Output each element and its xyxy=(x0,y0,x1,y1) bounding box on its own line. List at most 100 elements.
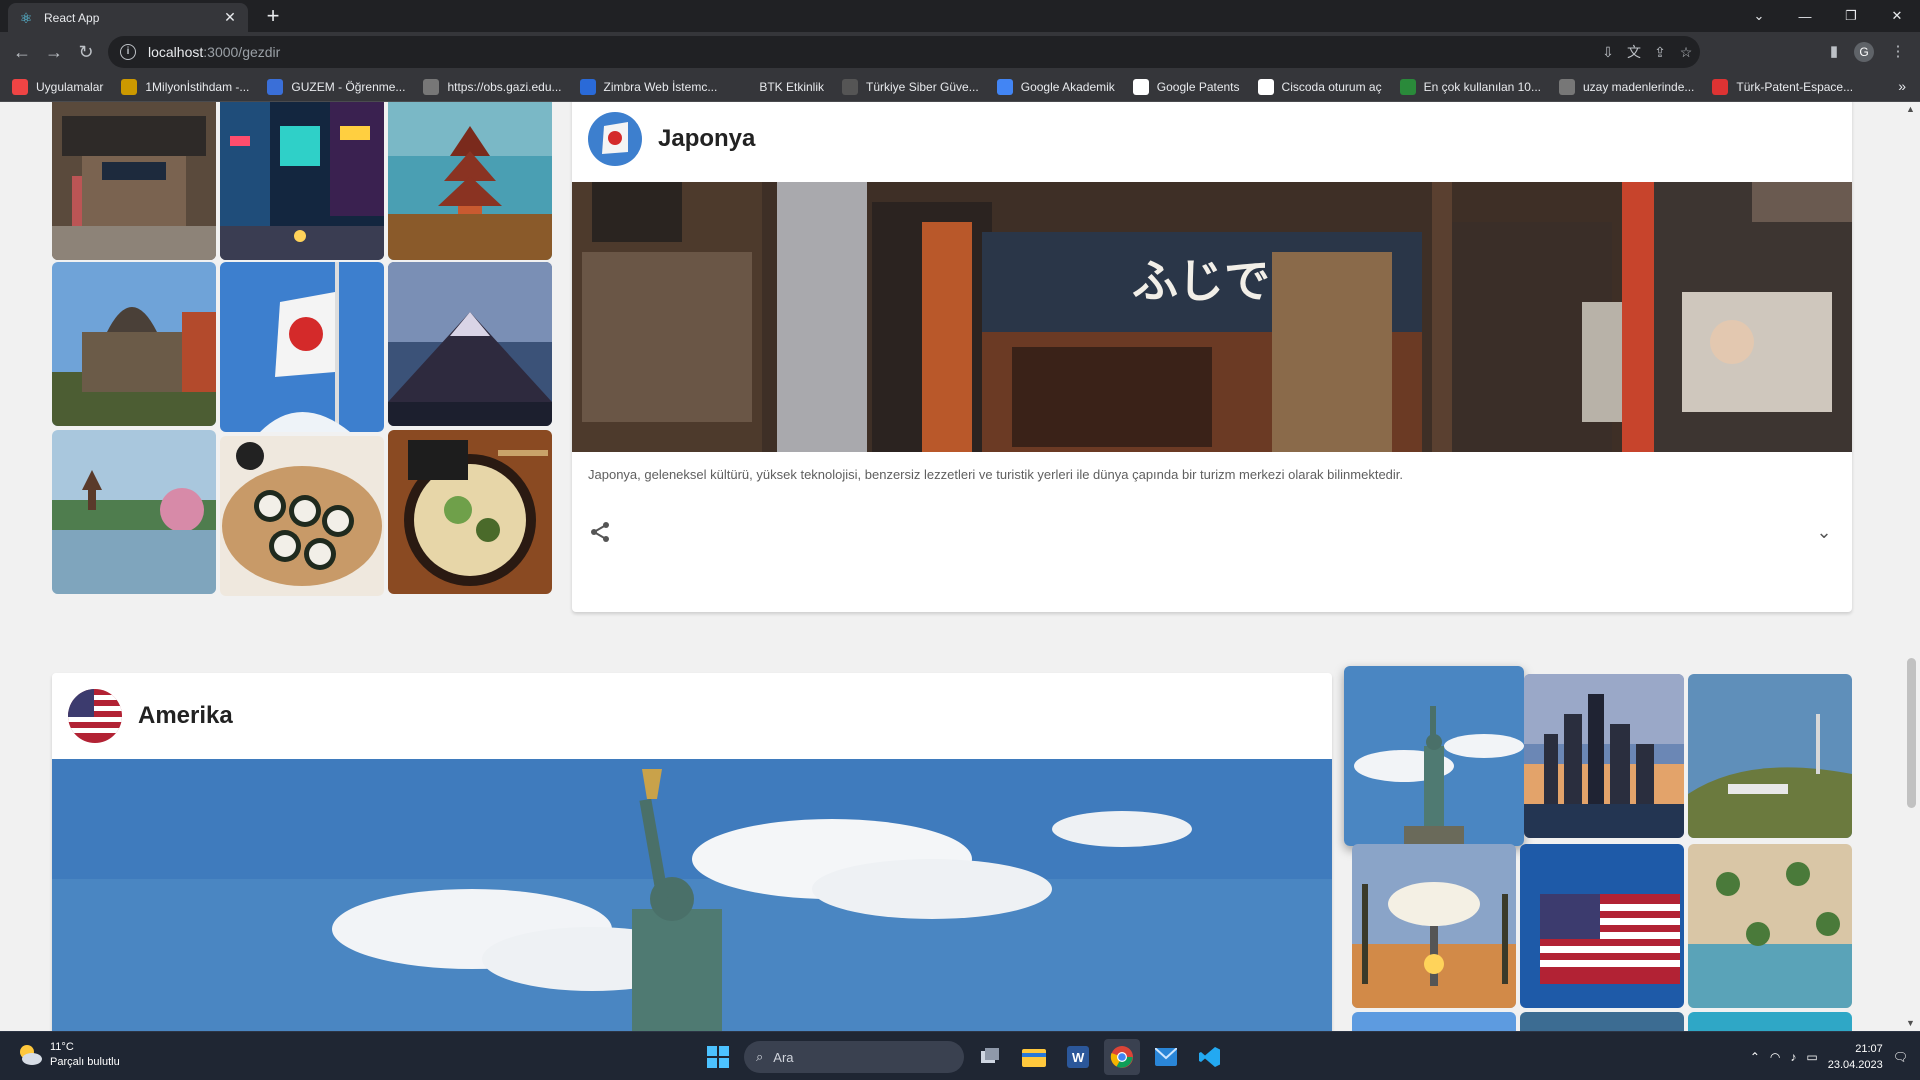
weather-widget[interactable]: 11°C Parçalı bulutlu xyxy=(16,1040,120,1070)
tab-react-app[interactable]: ⚛ React App ✕ xyxy=(8,3,248,32)
shield-icon xyxy=(842,78,859,95)
share-page-icon[interactable]: ⇪ xyxy=(1650,42,1670,62)
site-info-icon[interactable]: i xyxy=(120,44,136,60)
bookmark-item[interactable]: Türk-Patent-Espace... xyxy=(1712,78,1853,95)
translate-icon[interactable]: 文 xyxy=(1624,42,1644,62)
apps-grid-icon xyxy=(12,78,28,95)
gallery-image-beach[interactable] xyxy=(1688,844,1852,1008)
bookmark-item[interactable]: uzay madenlerinde... xyxy=(1558,78,1695,95)
bookmark-item[interactable]: https://obs.gazi.edu... xyxy=(423,78,562,95)
japan-hero-image: ふじでん xyxy=(572,182,1852,452)
clock[interactable]: 21:07 23.04.2023 xyxy=(1828,1041,1883,1073)
bookmark-item[interactable]: GUZEM - Öğrenme... xyxy=(267,78,406,95)
bookmark-item[interactable]: 1Milyonİstihdam -... xyxy=(121,78,249,95)
reload-icon[interactable]: ↻ xyxy=(74,40,98,64)
close-window-button[interactable]: ✕ xyxy=(1874,0,1920,32)
mail-icon[interactable] xyxy=(1148,1039,1184,1075)
gallery-image-hiroshima[interactable] xyxy=(52,262,216,426)
gallery-image-row3-1[interactable] xyxy=(1352,1012,1516,1031)
bookmark-label: Zimbra Web İstemc... xyxy=(603,79,718,94)
file-explorer-icon[interactable] xyxy=(1016,1039,1052,1075)
bookmark-label: Google Patents xyxy=(1156,79,1240,94)
gallery-image-tokyo-shop[interactable] xyxy=(52,102,216,260)
wifi-icon[interactable]: ◠ xyxy=(1770,1050,1780,1064)
start-button[interactable] xyxy=(700,1039,736,1075)
list-icon xyxy=(1399,78,1416,95)
gallery-image-fuji[interactable] xyxy=(388,262,552,426)
show-hidden-icons-icon[interactable]: ⌃ xyxy=(1750,1050,1760,1064)
weather-description: Parçalı bulutlu xyxy=(50,1056,120,1068)
page-content: Japonya ふじでん Japonya, geleneksel kültürü… xyxy=(0,102,1920,1031)
bookmark-item[interactable]: En çok kullanılan 10... xyxy=(1399,78,1541,95)
gallery-image-row3-3[interactable] xyxy=(1688,1012,1852,1031)
cisco-icon xyxy=(1257,78,1274,95)
close-tab-icon[interactable]: ✕ xyxy=(222,9,238,26)
minimize-button[interactable]: — xyxy=(1782,0,1828,32)
gallery-image-sushi[interactable] xyxy=(220,436,384,596)
side-panel-icon[interactable]: ▮ xyxy=(1822,40,1846,64)
new-tab-button[interactable]: + xyxy=(260,4,286,30)
bookmark-item[interactable]: BTK Etkinlik xyxy=(735,78,825,95)
tab-strip: ⚛ React App ✕ + ⌄ — ❐ ✕ xyxy=(0,0,1920,32)
gallery-image-pagoda[interactable] xyxy=(388,102,552,260)
bookmark-item[interactable]: Google Patents xyxy=(1132,78,1240,95)
bookmark-item[interactable]: Ciscoda oturum aç xyxy=(1257,78,1382,95)
tab-search-icon[interactable]: ⌄ xyxy=(1736,0,1782,32)
bookmark-item[interactable]: Google Akademik xyxy=(996,78,1115,95)
more-bookmarks-icon[interactable]: » xyxy=(1898,78,1906,94)
dots-icon xyxy=(121,78,138,95)
gallery-image-temple-lake[interactable] xyxy=(52,430,216,594)
partly-cloudy-icon xyxy=(20,1045,42,1065)
address-bar[interactable]: i localhost:3000/gezdir ⇩ 文 ⇪ ☆ xyxy=(108,36,1700,68)
chrome-icon[interactable] xyxy=(1104,1039,1140,1075)
gallery-image-row3-2[interactable] xyxy=(1520,1012,1684,1031)
usa-flag-avatar xyxy=(68,689,122,743)
gallery-image-ramen[interactable] xyxy=(388,430,552,594)
bookmark-label: En çok kullanılan 10... xyxy=(1423,79,1541,94)
bookmark-label: Ciscoda oturum aç xyxy=(1281,79,1382,94)
search-label: Ara xyxy=(773,1049,794,1065)
vscode-icon[interactable] xyxy=(1192,1039,1228,1075)
profile-avatar[interactable]: G xyxy=(1854,42,1874,62)
bookmark-star-icon[interactable]: ☆ xyxy=(1676,42,1696,62)
bookmark-label: uzay madenlerinde... xyxy=(1582,79,1695,94)
bookmark-item[interactable]: Uygulamalar xyxy=(12,78,104,95)
page-scrollbar[interactable]: ▲ ▼ xyxy=(1903,102,1920,1031)
gallery-image-statue-of-liberty[interactable] xyxy=(1344,666,1524,846)
america-card-header: Amerika xyxy=(52,673,233,759)
scroll-down-icon[interactable]: ▼ xyxy=(1906,1018,1915,1028)
share-icon[interactable] xyxy=(588,520,612,544)
scroll-up-icon[interactable]: ▲ xyxy=(1906,104,1915,114)
restore-button[interactable]: ❐ xyxy=(1828,0,1874,32)
japan-flag-avatar xyxy=(588,112,642,166)
gallery-image-tokyo-night[interactable] xyxy=(220,102,384,260)
bookmark-label: BTK Etkinlik xyxy=(759,79,825,94)
bookmark-label: GUZEM - Öğrenme... xyxy=(291,79,406,94)
notification-icon[interactable]: 🗨 xyxy=(1893,1050,1908,1064)
gallery-image-japan-flag[interactable] xyxy=(220,262,384,432)
react-icon: ⚛ xyxy=(19,9,33,26)
url-path: :3000/gezdir xyxy=(203,44,281,60)
japan-description: Japonya, geleneksel kültürü, yüksek tekn… xyxy=(588,467,1404,482)
bookmark-item[interactable]: Zimbra Web İstemc... xyxy=(579,78,718,95)
browser-toolbar: ← → ↻ i localhost:3000/gezdir ⇩ 文 ⇪ ☆ ▮ … xyxy=(0,32,1920,72)
forward-icon[interactable]: → xyxy=(42,40,66,64)
bookmark-item[interactable]: Türkiye Siber Güve... xyxy=(842,78,979,95)
expand-more-icon[interactable]: ⌄ xyxy=(1812,520,1836,544)
gallery-image-las-vegas[interactable] xyxy=(1352,844,1516,1008)
gallery-image-hollywood[interactable] xyxy=(1688,674,1852,838)
gallery-image-usa-flag[interactable] xyxy=(1520,844,1684,1008)
tp-icon xyxy=(1712,78,1729,95)
back-icon[interactable]: ← xyxy=(10,40,34,64)
battery-icon[interactable]: ▭ xyxy=(1806,1050,1817,1064)
taskbar-search[interactable]: ⌕ Ara xyxy=(744,1041,964,1073)
weather-temperature: 11°C xyxy=(50,1041,74,1053)
task-view-icon[interactable] xyxy=(972,1039,1008,1075)
bookmark-label: Uygulamalar xyxy=(36,79,104,94)
scroll-thumb[interactable] xyxy=(1907,658,1916,808)
word-icon[interactable]: W xyxy=(1060,1039,1096,1075)
gallery-image-nyc-skyline[interactable] xyxy=(1524,674,1684,838)
menu-icon[interactable]: ⋮ xyxy=(1886,40,1910,64)
install-app-icon[interactable]: ⇩ xyxy=(1598,42,1618,62)
volume-icon[interactable]: ♪ xyxy=(1790,1050,1796,1064)
